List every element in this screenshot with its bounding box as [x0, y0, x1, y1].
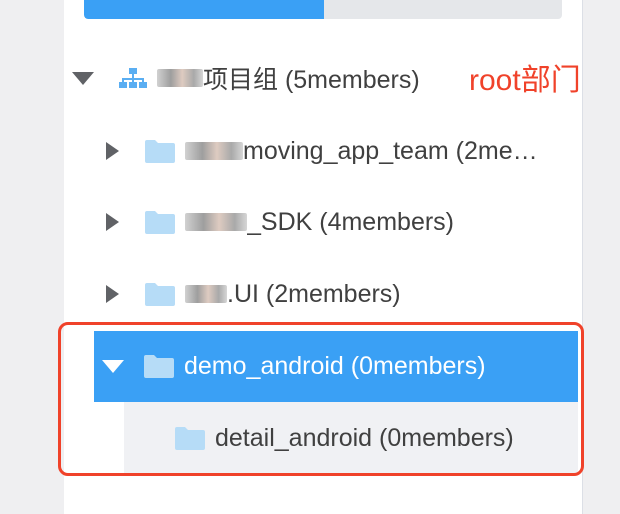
highlight-outline [58, 322, 584, 476]
tree-node-label: .UI (2members) [227, 279, 401, 308]
folder-icon [145, 282, 175, 306]
expand-toggle-icon[interactable] [72, 71, 94, 85]
redacted-text [185, 285, 227, 303]
collapse-toggle-icon[interactable] [106, 142, 119, 160]
redacted-text [185, 142, 243, 160]
collapse-toggle-icon[interactable] [106, 213, 119, 231]
tree-node-label: 项目组 (5members) [203, 66, 420, 94]
tab-bar [84, 0, 562, 19]
folder-icon [145, 210, 175, 234]
tree-node-root[interactable]: 项目组 (5members) [72, 58, 420, 98]
tree-node-label: _SDK (4members) [247, 207, 454, 236]
tab-active[interactable] [84, 0, 324, 19]
redacted-text [157, 69, 203, 87]
folder-icon [145, 139, 175, 163]
collapse-toggle-icon[interactable] [106, 285, 119, 303]
org-chart-icon [119, 66, 147, 90]
tab-inactive[interactable] [324, 0, 562, 19]
tree-node-child[interactable]: moving_app_team (2me… [106, 131, 584, 171]
tree-node-child[interactable]: .UI (2members) [106, 274, 401, 314]
redacted-text [185, 213, 247, 231]
tree-node-label: moving_app_team (2me… [243, 136, 538, 165]
tree-node-child[interactable]: _SDK (4members) [106, 202, 454, 242]
annotation-label: root部门 [469, 64, 581, 97]
